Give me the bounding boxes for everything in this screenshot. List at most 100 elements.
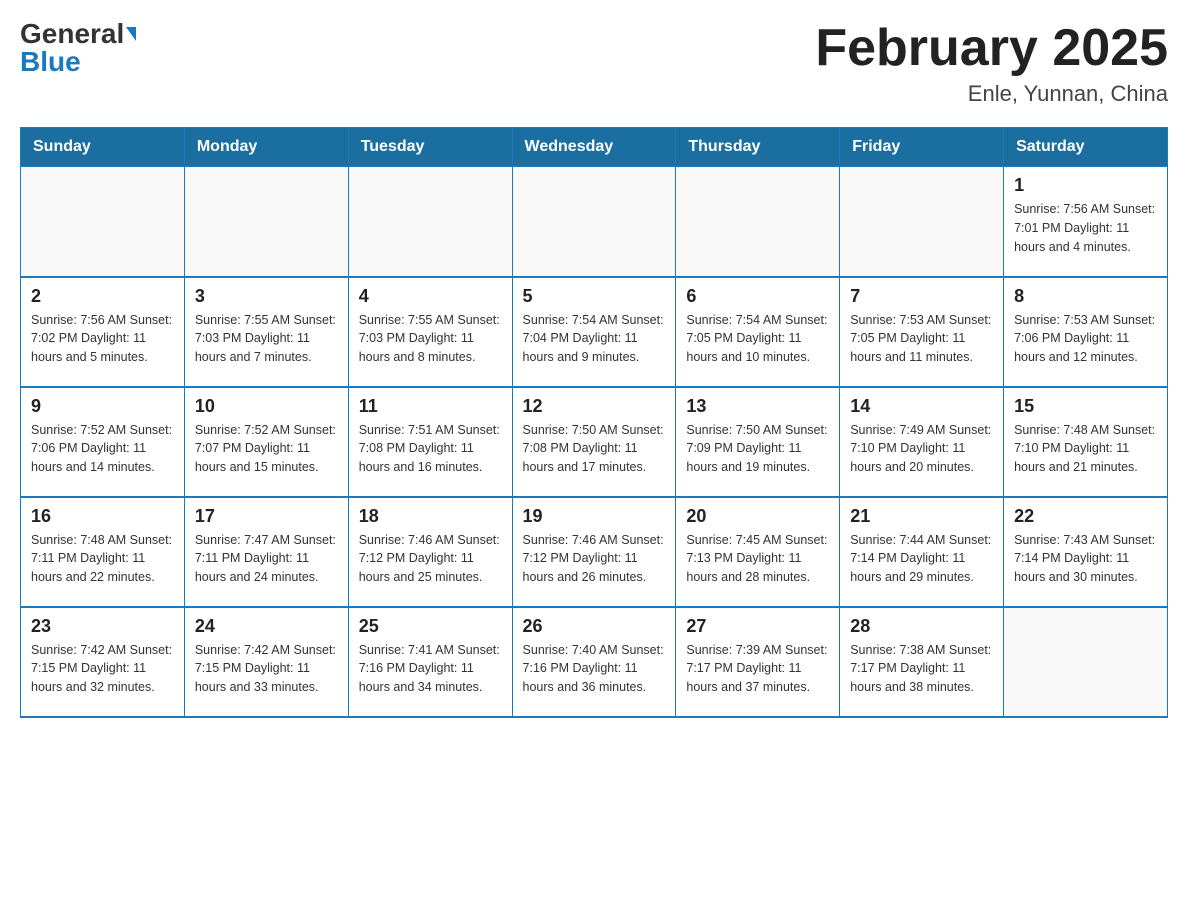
- calendar-cell: 7 Sunrise: 7:53 AM Sunset: 7:05 PM Daylig…: [840, 277, 1004, 387]
- calendar-cell: 6 Sunrise: 7:54 AM Sunset: 7:05 PM Daylig…: [676, 277, 840, 387]
- day-info: Sunrise: 7:46 AM Sunset: 7:12 PM Dayligh…: [359, 531, 502, 587]
- calendar-cell: 21 Sunrise: 7:44 AM Sunset: 7:14 PM Dayli…: [840, 497, 1004, 607]
- day-info: Sunrise: 7:41 AM Sunset: 7:16 PM Dayligh…: [359, 641, 502, 697]
- day-number: 15: [1014, 396, 1157, 417]
- weekday-header-row: SundayMondayTuesdayWednesdayThursdayFrid…: [21, 128, 1168, 167]
- day-info: Sunrise: 7:56 AM Sunset: 7:01 PM Dayligh…: [1014, 200, 1157, 256]
- location-text: Enle, Yunnan, China: [815, 81, 1168, 107]
- calendar-cell: 25 Sunrise: 7:41 AM Sunset: 7:16 PM Dayli…: [348, 607, 512, 717]
- day-info: Sunrise: 7:40 AM Sunset: 7:16 PM Dayligh…: [523, 641, 666, 697]
- calendar-cell: 28Sunrise: 7:38 AM Sunset: 7:17 PM Dayli…: [840, 607, 1004, 717]
- calendar-cell: 8 Sunrise: 7:53 AM Sunset: 7:06 PM Daylig…: [1004, 277, 1168, 387]
- day-info: Sunrise: 7:52 AM Sunset: 7:06 PM Dayligh…: [31, 421, 174, 477]
- day-info: Sunrise: 7:55 AM Sunset: 7:03 PM Dayligh…: [359, 311, 502, 367]
- calendar-cell: [512, 167, 676, 277]
- logo-general-text: General: [20, 20, 124, 48]
- day-info: Sunrise: 7:43 AM Sunset: 7:14 PM Dayligh…: [1014, 531, 1157, 587]
- calendar-cell: 27Sunrise: 7:39 AM Sunset: 7:17 PM Dayli…: [676, 607, 840, 717]
- calendar-cell: 26 Sunrise: 7:40 AM Sunset: 7:16 PM Dayli…: [512, 607, 676, 717]
- day-number: 14: [850, 396, 993, 417]
- calendar-body: 1 Sunrise: 7:56 AM Sunset: 7:01 PM Daylig…: [21, 167, 1168, 717]
- day-number: 5: [523, 286, 666, 307]
- week-row-3: 16 Sunrise: 7:48 AM Sunset: 7:11 PM Dayli…: [21, 497, 1168, 607]
- calendar-cell: [676, 167, 840, 277]
- day-info: Sunrise: 7:50 AM Sunset: 7:09 PM Dayligh…: [686, 421, 829, 477]
- calendar-cell: [840, 167, 1004, 277]
- day-info: Sunrise: 7:45 AM Sunset: 7:13 PM Dayligh…: [686, 531, 829, 587]
- day-info: Sunrise: 7:48 AM Sunset: 7:10 PM Dayligh…: [1014, 421, 1157, 477]
- day-number: 8: [1014, 286, 1157, 307]
- week-row-2: 9 Sunrise: 7:52 AM Sunset: 7:06 PM Daylig…: [21, 387, 1168, 497]
- calendar-cell: 11Sunrise: 7:51 AM Sunset: 7:08 PM Dayli…: [348, 387, 512, 497]
- calendar-cell: 23Sunrise: 7:42 AM Sunset: 7:15 PM Dayli…: [21, 607, 185, 717]
- day-number: 23: [31, 616, 174, 637]
- calendar-cell: 3Sunrise: 7:55 AM Sunset: 7:03 PM Daylig…: [184, 277, 348, 387]
- calendar-cell: [348, 167, 512, 277]
- day-number: 22: [1014, 506, 1157, 527]
- day-number: 11: [359, 396, 502, 417]
- calendar-cell: 19Sunrise: 7:46 AM Sunset: 7:12 PM Dayli…: [512, 497, 676, 607]
- weekday-monday: Monday: [184, 128, 348, 167]
- calendar-cell: 13 Sunrise: 7:50 AM Sunset: 7:09 PM Dayli…: [676, 387, 840, 497]
- weekday-tuesday: Tuesday: [348, 128, 512, 167]
- calendar-cell: 4 Sunrise: 7:55 AM Sunset: 7:03 PM Daylig…: [348, 277, 512, 387]
- day-number: 13: [686, 396, 829, 417]
- day-number: 20: [686, 506, 829, 527]
- day-info: Sunrise: 7:39 AM Sunset: 7:17 PM Dayligh…: [686, 641, 829, 697]
- day-number: 3: [195, 286, 338, 307]
- day-info: Sunrise: 7:47 AM Sunset: 7:11 PM Dayligh…: [195, 531, 338, 587]
- day-number: 1: [1014, 175, 1157, 196]
- weekday-wednesday: Wednesday: [512, 128, 676, 167]
- logo-triangle-icon: [126, 27, 136, 41]
- calendar-header: SundayMondayTuesdayWednesdayThursdayFrid…: [21, 128, 1168, 167]
- day-info: Sunrise: 7:38 AM Sunset: 7:17 PM Dayligh…: [850, 641, 993, 697]
- day-number: 2: [31, 286, 174, 307]
- day-info: Sunrise: 7:52 AM Sunset: 7:07 PM Dayligh…: [195, 421, 338, 477]
- day-number: 25: [359, 616, 502, 637]
- calendar-cell: 9 Sunrise: 7:52 AM Sunset: 7:06 PM Daylig…: [21, 387, 185, 497]
- calendar-cell: 20 Sunrise: 7:45 AM Sunset: 7:13 PM Dayli…: [676, 497, 840, 607]
- week-row-4: 23 Sunrise: 7:42 AM Sunset: 7:15 PM Dayli…: [21, 607, 1168, 717]
- day-number: 19: [523, 506, 666, 527]
- day-info: Sunrise: 7:54 AM Sunset: 7:04 PM Dayligh…: [523, 311, 666, 367]
- day-info: Sunrise: 7:42 AM Sunset: 7:15 PM Dayligh…: [195, 641, 338, 697]
- calendar-cell: 1 Sunrise: 7:56 AM Sunset: 7:01 PM Daylig…: [1004, 167, 1168, 277]
- calendar-cell: 18Sunrise: 7:46 AM Sunset: 7:12 PM Dayli…: [348, 497, 512, 607]
- calendar-cell: 10 Sunrise: 7:52 AM Sunset: 7:07 PM Dayli…: [184, 387, 348, 497]
- day-info: Sunrise: 7:49 AM Sunset: 7:10 PM Dayligh…: [850, 421, 993, 477]
- logo-blue-text: Blue: [20, 46, 81, 77]
- weekday-friday: Friday: [840, 128, 1004, 167]
- day-info: Sunrise: 7:53 AM Sunset: 7:05 PM Dayligh…: [850, 311, 993, 367]
- calendar-cell: 17 Sunrise: 7:47 AM Sunset: 7:11 PM Dayli…: [184, 497, 348, 607]
- week-row-1: 2Sunrise: 7:56 AM Sunset: 7:02 PM Daylig…: [21, 277, 1168, 387]
- day-number: 7: [850, 286, 993, 307]
- calendar-cell: 12 Sunrise: 7:50 AM Sunset: 7:08 PM Dayli…: [512, 387, 676, 497]
- day-number: 6: [686, 286, 829, 307]
- day-info: Sunrise: 7:48 AM Sunset: 7:11 PM Dayligh…: [31, 531, 174, 587]
- day-number: 12: [523, 396, 666, 417]
- title-area: February 2025 Enle, Yunnan, China: [815, 20, 1168, 107]
- logo: General Blue: [20, 20, 136, 76]
- day-number: 26: [523, 616, 666, 637]
- page-header: General Blue February 2025 Enle, Yunnan,…: [20, 20, 1168, 107]
- calendar-cell: [21, 167, 185, 277]
- day-number: 10: [195, 396, 338, 417]
- day-info: Sunrise: 7:50 AM Sunset: 7:08 PM Dayligh…: [523, 421, 666, 477]
- day-info: Sunrise: 7:53 AM Sunset: 7:06 PM Dayligh…: [1014, 311, 1157, 367]
- day-number: 17: [195, 506, 338, 527]
- calendar-cell: 16 Sunrise: 7:48 AM Sunset: 7:11 PM Dayli…: [21, 497, 185, 607]
- calendar-table: SundayMondayTuesdayWednesdayThursdayFrid…: [20, 127, 1168, 718]
- day-number: 9: [31, 396, 174, 417]
- day-number: 4: [359, 286, 502, 307]
- day-info: Sunrise: 7:44 AM Sunset: 7:14 PM Dayligh…: [850, 531, 993, 587]
- calendar-cell: 24Sunrise: 7:42 AM Sunset: 7:15 PM Dayli…: [184, 607, 348, 717]
- day-number: 21: [850, 506, 993, 527]
- day-info: Sunrise: 7:54 AM Sunset: 7:05 PM Dayligh…: [686, 311, 829, 367]
- day-number: 16: [31, 506, 174, 527]
- weekday-sunday: Sunday: [21, 128, 185, 167]
- calendar-cell: 22 Sunrise: 7:43 AM Sunset: 7:14 PM Dayli…: [1004, 497, 1168, 607]
- calendar-cell: 5 Sunrise: 7:54 AM Sunset: 7:04 PM Daylig…: [512, 277, 676, 387]
- weekday-saturday: Saturday: [1004, 128, 1168, 167]
- week-row-0: 1 Sunrise: 7:56 AM Sunset: 7:01 PM Daylig…: [21, 167, 1168, 277]
- calendar-cell: [184, 167, 348, 277]
